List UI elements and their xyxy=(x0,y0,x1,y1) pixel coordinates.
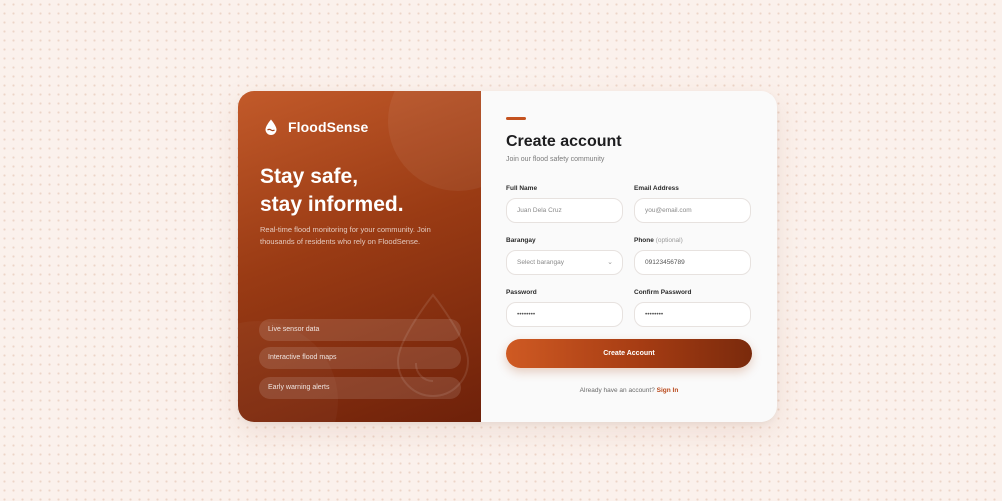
full-name-input[interactable]: Juan Dela Cruz xyxy=(506,198,623,223)
barangay-select[interactable]: Select barangay ⌄ xyxy=(506,250,623,275)
chevron-down-icon: ⌄ xyxy=(607,259,613,266)
feature-item-early-warning-alerts: Early warning alerts xyxy=(259,377,461,399)
form-title: Create account xyxy=(506,133,622,150)
brand-name: FloodSense xyxy=(288,119,369,135)
feature-item-interactive-flood-maps: Interactive flood maps xyxy=(259,347,461,369)
hero-title: Stay safe, stay informed. xyxy=(260,163,460,219)
barangay-label: Barangay xyxy=(506,237,536,244)
signin-link[interactable]: Sign In xyxy=(657,387,679,394)
phone-label: Phone (optional) xyxy=(634,237,683,244)
password-label: Password xyxy=(506,289,537,296)
create-account-button[interactable]: Create Account xyxy=(506,339,752,368)
brand-panel: FloodSense Stay safe, stay informed. Rea… xyxy=(238,91,481,422)
feature-item-live-sensor-data: Live sensor data xyxy=(259,319,461,341)
password-input[interactable]: •••••••• xyxy=(506,302,623,327)
signin-prompt-row: Already have an account? Sign In xyxy=(506,387,752,394)
confirm-password-input[interactable]: •••••••• xyxy=(634,302,751,327)
phone-input[interactable]: 09123456789 xyxy=(634,250,751,275)
accent-bar xyxy=(506,117,526,120)
form-panel: Create account Join our flood safety com… xyxy=(481,91,777,422)
form-subtitle: Join our flood safety community xyxy=(506,156,605,163)
full-name-label: Full Name xyxy=(506,185,538,192)
brand-logo: FloodSense xyxy=(264,119,368,135)
flood-drop-logo-icon xyxy=(265,119,277,135)
barangay-select-value: Select barangay xyxy=(517,259,564,266)
hero-title-line2: stay informed. xyxy=(260,193,404,216)
signup-card: FloodSense Stay safe, stay informed. Rea… xyxy=(238,91,777,422)
confirm-password-label: Confirm Password xyxy=(634,289,692,296)
email-input[interactable]: you@email.com xyxy=(634,198,751,223)
phone-label-text: Phone xyxy=(634,237,654,244)
phone-optional-hint: (optional) xyxy=(655,237,683,244)
signin-prompt: Already have an account? xyxy=(579,387,655,394)
email-label: Email Address xyxy=(634,185,679,192)
hero-title-line1: Stay safe, xyxy=(260,165,359,188)
hero-description: Real-time flood monitoring for your comm… xyxy=(260,225,431,246)
